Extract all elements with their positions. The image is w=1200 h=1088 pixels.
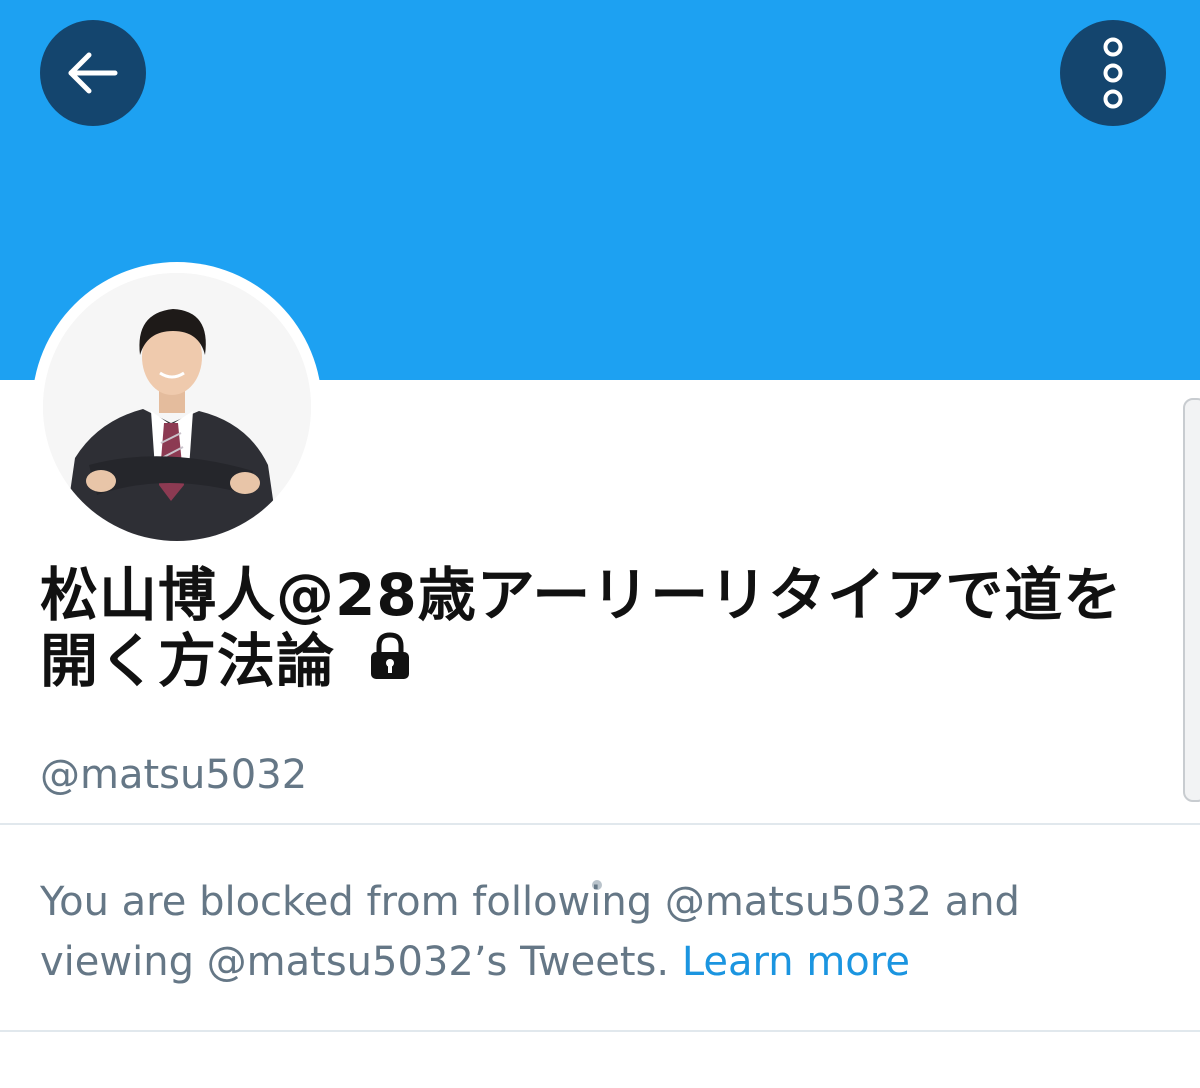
lock-icon [368, 628, 412, 694]
blocked-notice: You are blocked from following @matsu503… [40, 872, 1160, 992]
divider-bottom [0, 1030, 1200, 1032]
scrollbar-thumb[interactable] [1183, 398, 1200, 802]
profile-handle: @matsu5032 [40, 752, 308, 798]
avatar[interactable] [43, 273, 311, 541]
divider-top [0, 823, 1200, 825]
more-vertical-icon [1103, 37, 1123, 109]
display-name-block: 松山博人@28歳アーリーリタイアで道を開く方法論 [40, 562, 1140, 698]
more-options-button[interactable] [1060, 20, 1166, 126]
avatar-photo [43, 273, 311, 541]
profile-page: 松山博人@28歳アーリーリタイアで道を開く方法論 @matsu5032 You … [0, 0, 1200, 1088]
learn-more-link[interactable]: Learn more [682, 939, 910, 985]
display-name: 松山博人@28歳アーリーリタイアで道を開く方法論 [40, 561, 1123, 695]
arrow-left-icon [68, 52, 118, 94]
back-button[interactable] [40, 20, 146, 126]
